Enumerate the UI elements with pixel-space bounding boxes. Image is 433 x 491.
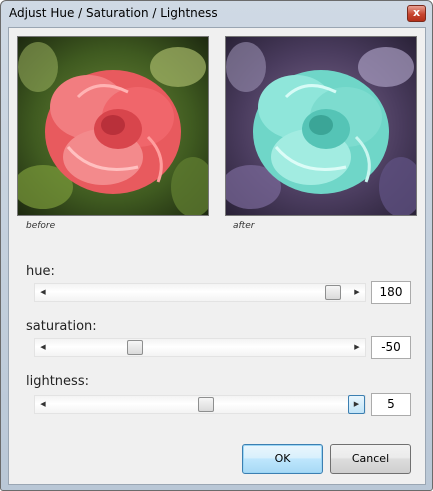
- after-caption: after: [233, 221, 255, 231]
- before-caption: before: [26, 221, 56, 231]
- cancel-button[interactable]: Cancel: [330, 444, 411, 474]
- close-button[interactable]: x: [407, 5, 426, 22]
- dialog-window: Adjust Hue / Saturation / Lightness x be…: [0, 0, 433, 491]
- saturation-value-field[interactable]: -50: [371, 336, 411, 359]
- hue-label: hue:: [26, 264, 55, 279]
- saturation-slider[interactable]: ◀ ▶: [34, 338, 366, 357]
- hue-slider-thumb[interactable]: [325, 285, 341, 300]
- hue-slider[interactable]: ◀ ▶: [34, 283, 366, 302]
- lightness-slider-thumb[interactable]: [198, 397, 214, 412]
- title-bar[interactable]: Adjust Hue / Saturation / Lightness x: [1, 1, 432, 27]
- hue-value-field[interactable]: 180: [371, 281, 411, 304]
- saturation-right-arrow-icon[interactable]: ▶: [349, 339, 365, 356]
- lightness-value-field[interactable]: 5: [371, 393, 411, 416]
- lightness-left-arrow-icon[interactable]: ◀: [35, 396, 51, 413]
- saturation-slider-thumb[interactable]: [127, 340, 143, 355]
- ok-button[interactable]: OK: [242, 444, 323, 474]
- before-preview-image: [17, 36, 209, 216]
- hue-left-arrow-icon[interactable]: ◀: [35, 284, 51, 301]
- after-preview-image: [225, 36, 417, 216]
- hue-right-arrow-icon[interactable]: ▶: [349, 284, 365, 301]
- lightness-label: lightness:: [26, 374, 89, 389]
- window-title: Adjust Hue / Saturation / Lightness: [9, 6, 218, 20]
- saturation-left-arrow-icon[interactable]: ◀: [35, 339, 51, 356]
- saturation-label: saturation:: [26, 319, 97, 334]
- lightness-right-arrow-icon[interactable]: ▶: [348, 395, 365, 414]
- dialog-body: before after hue: ◀ ▶ 180 saturation: ◀ …: [8, 27, 426, 485]
- lightness-slider[interactable]: ◀ ▶: [34, 395, 366, 414]
